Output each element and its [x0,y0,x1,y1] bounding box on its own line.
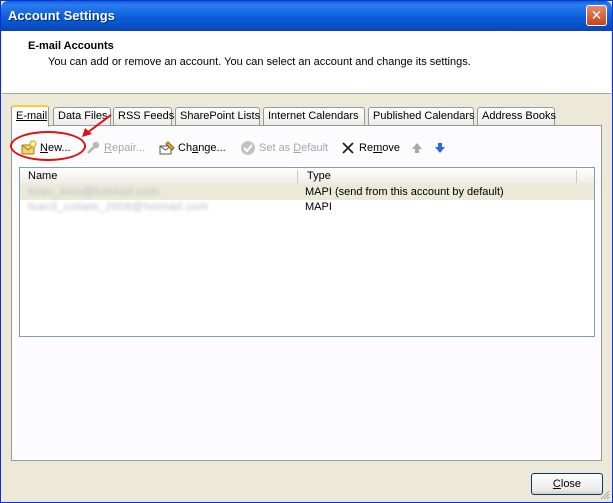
account-settings-window: Account Settings ✕ E-mail Accounts You c… [0,0,613,503]
window-title: Account Settings [8,8,115,23]
column-divider[interactable] [297,170,298,183]
table-row[interactable]: tsiau_kinu@hotmail.com MAPI (send from t… [20,185,594,200]
column-header-name[interactable]: Name [28,170,57,182]
move-up-button[interactable] [409,138,425,158]
repair-button[interactable]: Repair... [85,138,145,158]
move-down-button[interactable] [432,138,448,158]
table-row[interactable]: tsan3_coliam_2008@hotmail.com MAPI [20,200,594,215]
remove-button[interactable]: Remove [340,138,400,158]
account-type: MAPI (send from this account by default) [305,186,504,198]
arrow-down-icon [432,140,448,156]
new-account-icon [21,140,37,156]
resize-grip-icon[interactable] [600,490,610,500]
tab-email[interactable]: E-mail [11,105,49,127]
check-circle-icon [240,140,256,156]
account-name: tsan3_coliam_2008@hotmail.com [28,201,209,213]
list-header: Name Type [20,168,594,186]
accounts-list[interactable]: Name Type tsiau_kinu@hotmail.com MAPI (s… [19,167,595,337]
tab-sharepoint-lists[interactable]: SharePoint Lists [175,107,260,125]
account-name: tsiau_kinu@hotmail.com [28,186,159,198]
close-icon: ✕ [590,7,603,23]
set-as-default-button[interactable]: Set as Default [240,138,328,158]
tab-data-files[interactable]: Data Files [53,107,111,125]
close-window-button[interactable]: ✕ [586,5,607,26]
column-header-type[interactable]: Type [307,170,331,182]
tab-internet-calendars[interactable]: Internet Calendars [263,107,365,125]
account-type: MAPI [305,201,332,213]
column-divider[interactable] [576,170,577,183]
change-icon [159,140,175,156]
page-title: E-mail Accounts [28,40,114,52]
title-bar[interactable]: Account Settings ✕ [1,1,612,31]
close-button[interactable]: Close [531,473,603,495]
page-description: You can add or remove an account. You ca… [48,56,471,68]
tab-published-calendars[interactable]: Published Calendars [368,107,475,125]
new-button[interactable]: New... [21,138,71,158]
repair-icon [85,140,101,156]
x-icon [340,140,356,156]
tab-address-books[interactable]: Address Books [477,107,556,125]
tab-rss-feeds[interactable]: RSS Feeds [113,107,174,125]
arrow-up-icon [409,140,425,156]
change-button[interactable]: Change... [159,138,226,158]
header-panel: E-mail Accounts You can add or remove an… [2,31,611,94]
